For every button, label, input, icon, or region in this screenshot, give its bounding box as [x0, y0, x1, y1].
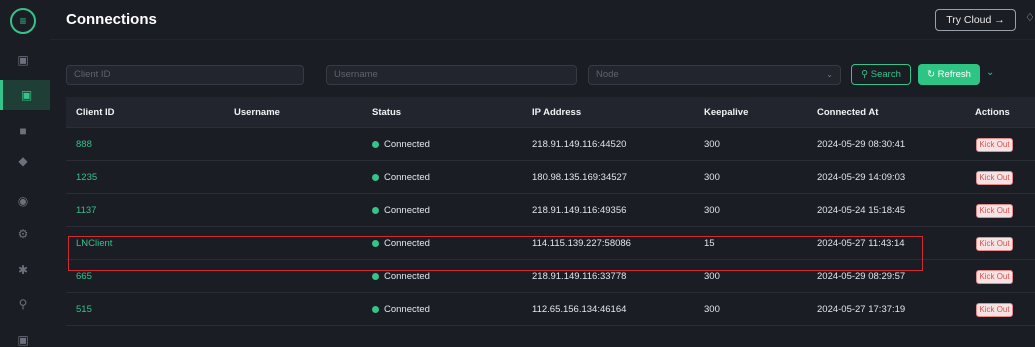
- column-header[interactable]: Username: [234, 97, 280, 127]
- storage-icon[interactable]: ▣: [14, 332, 32, 347]
- status-dot-icon: [372, 273, 379, 280]
- table-row: 665 Connected 218.91.149.116:33778 300 2…: [66, 260, 1035, 293]
- ip-cell: 218.91.149.116:33778: [532, 271, 627, 282]
- ip-cell: 180.98.135.169:34527: [532, 172, 628, 183]
- ip-cell: 218.91.149.116:49356: [532, 205, 627, 216]
- dashboard-icon[interactable]: ▣: [14, 52, 32, 68]
- status-cell: Connected: [372, 293, 430, 325]
- kick-out-button[interactable]: Kick Out: [976, 204, 1013, 218]
- refresh-button[interactable]: ↻ Refresh: [918, 64, 980, 85]
- status-dot-icon: [372, 174, 379, 181]
- connected-at-cell: 2024-05-27 17:37:19: [817, 304, 906, 315]
- cluster-icon[interactable]: ◉: [14, 193, 32, 209]
- connected-at-cell: 2024-05-27 11:43:14: [817, 238, 905, 249]
- client-id-link[interactable]: 1137: [76, 194, 96, 226]
- column-header[interactable]: Keepalive: [704, 97, 748, 127]
- keepalive-cell: 300: [704, 172, 720, 183]
- refresh-icon: ↻: [927, 69, 936, 80]
- status-dot-icon: [372, 141, 379, 148]
- page-title: Connections: [66, 11, 157, 28]
- extensions-icon[interactable]: ✱: [14, 262, 32, 278]
- table-row: 1137 Connected 218.91.149.116:49356 300 …: [66, 194, 1035, 227]
- diagnose-icon[interactable]: ⚲: [14, 296, 32, 312]
- status-text: Connected: [384, 238, 430, 249]
- connected-at-cell: 2024-05-29 08:30:41: [817, 139, 906, 150]
- table-row: LNClient Connected 114.115.139.227:58086…: [66, 227, 1035, 260]
- connected-at-cell: 2024-05-29 14:09:03: [817, 172, 906, 183]
- client-id-link[interactable]: 888: [76, 128, 92, 160]
- settings-icon[interactable]: ⚙: [14, 226, 32, 242]
- kick-out-button[interactable]: Kick Out: [976, 171, 1013, 185]
- connected-at-cell: 2024-05-24 15:18:45: [817, 205, 906, 216]
- table-row: 1235 Connected 180.98.135.169:34527 300 …: [66, 161, 1035, 194]
- status-cell: Connected: [372, 161, 430, 193]
- chevron-down-icon: ⌄: [826, 70, 833, 79]
- keepalive-cell: 300: [704, 304, 720, 315]
- kick-out-button[interactable]: Kick Out: [976, 270, 1013, 284]
- column-header[interactable]: Status: [372, 97, 401, 127]
- keepalive-cell: 300: [704, 205, 720, 216]
- keepalive-cell: 15: [704, 238, 715, 249]
- status-text: Connected: [384, 205, 430, 216]
- chevron-down-icon[interactable]: ⌄: [986, 67, 994, 78]
- status-cell: Connected: [372, 227, 430, 259]
- column-header[interactable]: Client ID: [76, 97, 115, 127]
- logo-icon[interactable]: ≡: [10, 8, 36, 34]
- client-id-link[interactable]: 1235: [76, 161, 97, 193]
- status-dot-icon: [372, 207, 379, 214]
- main-content: Client ID Username Node ⌄ ⚲ Search ↻ Ref…: [50, 40, 1035, 347]
- kick-out-button[interactable]: Kick Out: [976, 237, 1013, 251]
- search-icon: ⚲: [861, 69, 869, 80]
- ip-cell: 112.65.156.134:46164: [532, 304, 627, 315]
- connections-icon[interactable]: ▣: [0, 80, 50, 110]
- client-id-link[interactable]: LNClient: [76, 227, 112, 259]
- node-select[interactable]: Node ⌄: [588, 65, 841, 85]
- sidebar: ≡ ▣ ▣ ■ ◆ ◉ ⚙ ✱ ⚲ ▣: [0, 0, 50, 347]
- bell-icon[interactable]: ♢: [1025, 11, 1035, 25]
- table-row: 888 Connected 218.91.149.116:44520 300 2…: [66, 128, 1035, 161]
- client-id-link[interactable]: 665: [76, 260, 92, 292]
- client-id-input[interactable]: Client ID: [66, 65, 304, 85]
- table-row: 515 Connected 112.65.156.134:46164 300 2…: [66, 293, 1035, 326]
- table-header: Client ID Username Status IP Address Kee…: [66, 97, 1035, 128]
- column-header[interactable]: Connected At: [817, 97, 878, 127]
- status-cell: Connected: [372, 128, 430, 160]
- connected-at-cell: 2024-05-29 08:29:57: [817, 271, 906, 282]
- status-cell: Connected: [372, 260, 430, 292]
- status-text: Connected: [384, 139, 430, 150]
- status-cell: Connected: [372, 194, 430, 226]
- search-button[interactable]: ⚲ Search: [851, 64, 911, 85]
- username-input[interactable]: Username: [326, 65, 577, 85]
- connections-table: Client ID Username Status IP Address Kee…: [66, 97, 1035, 326]
- kick-out-button[interactable]: Kick Out: [976, 303, 1013, 317]
- status-dot-icon: [372, 306, 379, 313]
- ip-cell: 218.91.149.116:44520: [532, 139, 627, 150]
- refresh-label: Refresh: [937, 69, 971, 80]
- topics-icon[interactable]: ■: [14, 123, 32, 139]
- search-label: Search: [870, 69, 901, 80]
- node-select-label: Node: [596, 69, 619, 80]
- column-header[interactable]: IP Address: [532, 97, 581, 127]
- keepalive-cell: 300: [704, 271, 720, 282]
- security-icon[interactable]: ◆: [14, 153, 32, 169]
- try-cloud-button[interactable]: Try Cloud →: [935, 9, 1016, 31]
- status-text: Connected: [384, 304, 430, 315]
- client-id-link[interactable]: 515: [76, 293, 92, 325]
- keepalive-cell: 300: [704, 139, 720, 150]
- kick-out-button[interactable]: Kick Out: [976, 138, 1013, 152]
- ip-cell: 114.115.139.227:58086: [532, 238, 631, 249]
- top-header: Connections Try Cloud → ♢: [50, 0, 1035, 40]
- status-text: Connected: [384, 271, 430, 282]
- column-header: Actions: [975, 107, 1010, 118]
- status-dot-icon: [372, 240, 379, 247]
- status-text: Connected: [384, 172, 430, 183]
